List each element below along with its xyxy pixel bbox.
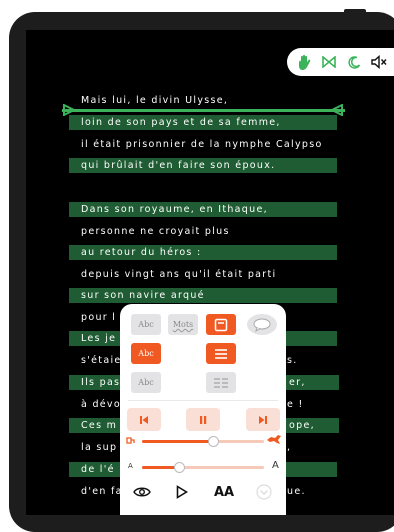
text-line: la sup (81, 442, 118, 453)
columns-icon (214, 377, 228, 388)
panel-divider (128, 400, 278, 401)
columns-view-button[interactable] (206, 372, 236, 393)
font-size-slider-knob[interactable] (173, 462, 185, 473)
text-line-fragment: e ! (287, 399, 304, 410)
lines-icon (215, 348, 227, 359)
text-size-icon[interactable]: AA (212, 480, 236, 504)
speed-slow-icon (126, 437, 135, 444)
text-line: sur son navire arqué (69, 288, 337, 303)
pause-button[interactable] (186, 408, 220, 431)
text-line: loin de son pays et de sa femme, (69, 115, 337, 130)
skip-back-icon (140, 415, 148, 424)
style-highlight-button[interactable]: Abc (131, 343, 161, 364)
speed-slider-knob[interactable] (207, 436, 219, 447)
style-words-button[interactable]: Mots (168, 314, 198, 335)
text-line: au retour du héros : (69, 245, 337, 260)
speed-slider-fill (142, 440, 213, 443)
text-line: Dans son royaume, en Ithaque, (69, 202, 337, 217)
play-icon[interactable] (170, 480, 194, 504)
top-toolbar (287, 48, 394, 76)
pause-icon (200, 415, 207, 424)
text-line: à dévo (81, 399, 121, 410)
line-view-button[interactable] (206, 343, 236, 364)
moon-icon[interactable] (345, 53, 363, 71)
page-view-button[interactable] (206, 314, 236, 335)
text-line-fragment: ue. (287, 486, 306, 497)
device-power-button (344, 9, 366, 14)
text-line: s'étaie (81, 355, 122, 366)
next-button[interactable] (246, 408, 280, 431)
bowtie-icon[interactable] (320, 53, 338, 71)
hand-icon[interactable] (295, 53, 313, 71)
style-light-button[interactable]: Abc (131, 372, 161, 393)
page-icon (214, 318, 228, 331)
mute-icon[interactable] (370, 53, 388, 71)
speed-slider[interactable] (142, 436, 264, 447)
text-line: pour l (81, 312, 117, 323)
text-line: il était prisonnier de la nymphe Calypso (81, 139, 323, 150)
panel-bottom-bar: AA (120, 480, 286, 506)
font-small-label: A (128, 462, 133, 470)
font-size-slider[interactable] (142, 462, 264, 473)
text-line-fragment: ope, (287, 418, 339, 433)
text-line: Mais lui, le divin Ulysse, (81, 95, 229, 106)
text-line: d'en fa (81, 486, 123, 497)
text-line-fragment: er, (287, 375, 339, 390)
collapse-chevron-icon[interactable] (252, 480, 276, 504)
previous-button[interactable] (127, 408, 161, 431)
text-line-fragment: , (287, 442, 292, 453)
text-line: depuis vingt ans qu'il était parti (81, 269, 277, 280)
style-plain-button[interactable]: Abc (131, 314, 161, 335)
text-line: qui brûlait d'en faire son époux. (69, 158, 337, 173)
reading-guide-bar[interactable] (62, 109, 345, 112)
eye-icon[interactable] (130, 480, 154, 504)
speech-bubble-button[interactable] (247, 314, 277, 335)
text-line-fragment: s. (287, 355, 298, 366)
skip-forward-icon (259, 415, 267, 424)
font-large-label: A (272, 460, 279, 471)
text-line: personne ne croyait plus (81, 226, 230, 237)
speech-bubble-icon (253, 318, 271, 332)
speed-fast-icon (267, 435, 281, 444)
